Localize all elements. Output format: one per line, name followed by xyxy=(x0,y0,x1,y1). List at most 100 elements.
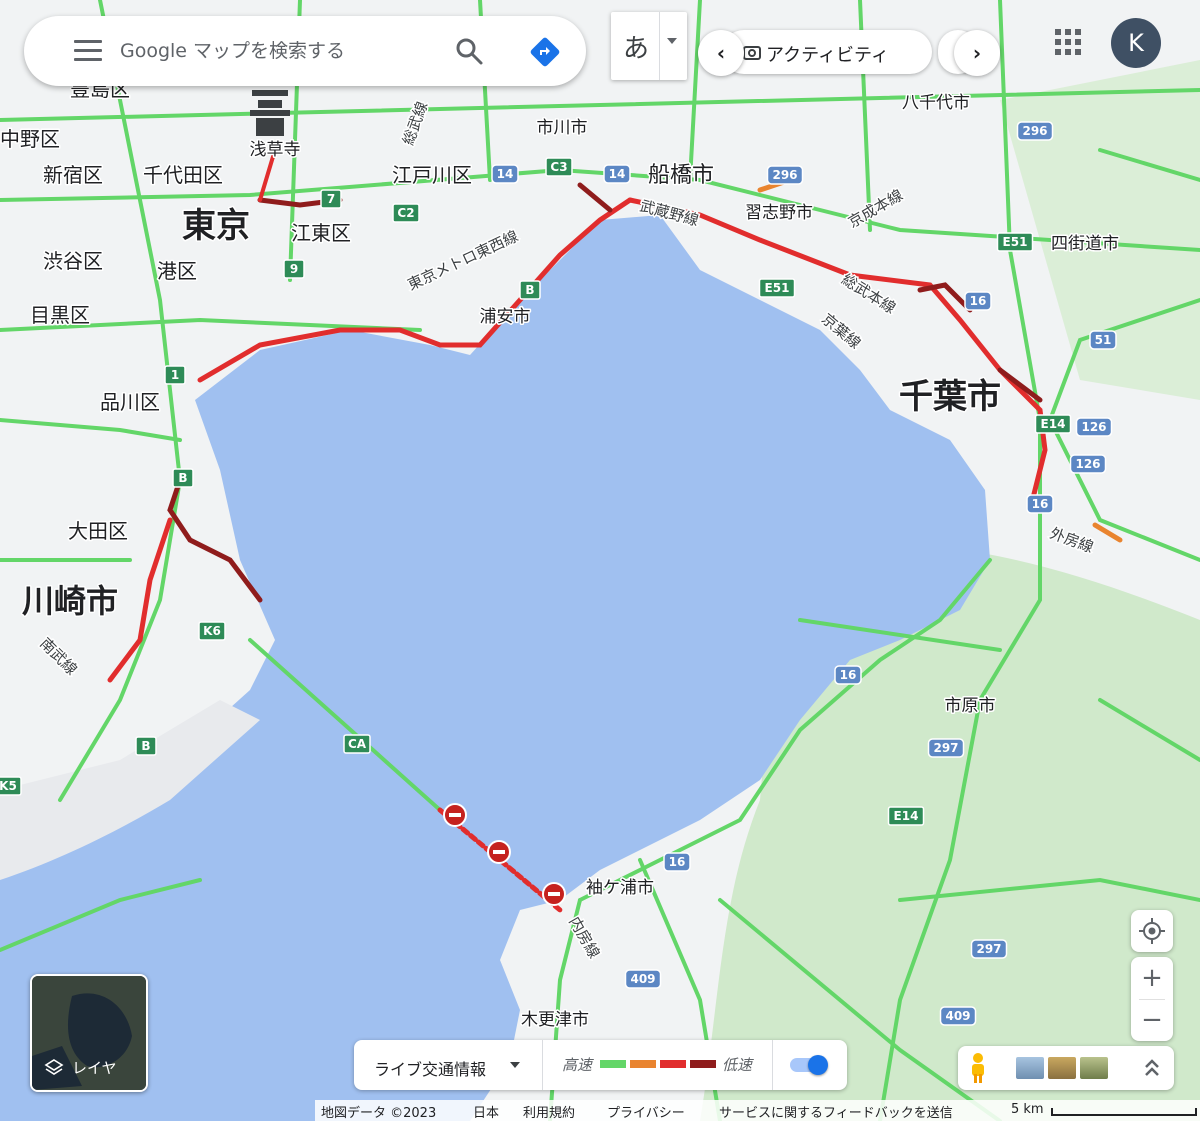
place-label[interactable]: 習志野市 xyxy=(744,202,815,225)
traffic-toggle[interactable] xyxy=(790,1055,830,1075)
map-canvas[interactable]: 14 14 296 296 16 51 126 126 16 16 297 16 409 297 409 7 C… xyxy=(0,0,1200,1121)
route-shield-label: 409 xyxy=(945,1009,970,1023)
chevron-left-icon[interactable]: ‹ xyxy=(698,30,744,76)
route-shield: 16 xyxy=(663,852,691,872)
place-label[interactable]: 木更津市 xyxy=(520,1009,591,1032)
route-shield-label: B xyxy=(178,471,187,485)
crosshair-icon xyxy=(1139,918,1165,944)
route-shield: K5 xyxy=(0,776,22,796)
zoom-out-button[interactable]: − xyxy=(1131,999,1173,1041)
place-label[interactable]: 袖ケ浦市 xyxy=(585,877,656,900)
place-label[interactable]: 品川区 xyxy=(99,389,162,416)
place-label[interactable]: 大田区 xyxy=(67,518,130,545)
place-label[interactable]: 目黒区 xyxy=(29,302,92,329)
place-label[interactable]: 千代田区 xyxy=(142,162,225,189)
legend-fast-label: 高速 xyxy=(562,1056,593,1074)
place-label[interactable]: 市川市 xyxy=(535,117,589,140)
ime-char: あ xyxy=(623,34,650,64)
search-input[interactable]: Google マップを検索する xyxy=(120,36,345,63)
route-shield: 297 xyxy=(927,738,965,758)
route-shield: 9 xyxy=(283,259,305,279)
legend-swatch-slow xyxy=(660,1060,686,1068)
route-shield: B xyxy=(135,736,157,756)
place-label[interactable]: 八千代市 xyxy=(901,92,972,115)
place-label[interactable]: 船橋市 xyxy=(646,162,715,190)
place-label[interactable]: 渋谷区 xyxy=(42,248,105,275)
place-label[interactable]: 四街道市 xyxy=(1050,233,1121,256)
place-label[interactable]: 市原市 xyxy=(943,695,997,718)
chevron-up-icon[interactable] xyxy=(1142,1056,1162,1080)
ime-divider xyxy=(659,12,660,80)
activity-chip[interactable]: アクティビティ xyxy=(722,30,932,74)
divider xyxy=(772,1040,773,1090)
divider xyxy=(542,1040,543,1090)
route-shield: 126 xyxy=(1069,454,1107,474)
street-view-thumbnail[interactable] xyxy=(1016,1057,1044,1079)
category-chips: アクティビティ ‹ › xyxy=(698,30,1000,76)
photo-thumbnail[interactable] xyxy=(1080,1057,1108,1079)
route-shield: 16 xyxy=(834,665,862,685)
place-label[interactable]: 千葉市 xyxy=(898,376,1003,419)
scale-label[interactable]: 5 km xyxy=(1011,1102,1044,1117)
route-shield: 51 xyxy=(1089,330,1117,350)
place-label[interactable]: 江東区 xyxy=(290,220,353,247)
feedback-link[interactable]: サービスに関するフィードバックを送信 xyxy=(719,1102,953,1121)
route-shield: CA xyxy=(343,734,371,754)
route-shield: 16 xyxy=(964,291,992,311)
route-shield-label: 14 xyxy=(497,167,514,181)
traffic-dropdown[interactable]: ライブ交通情報 xyxy=(374,1056,486,1080)
route-shield-label: 16 xyxy=(840,668,857,682)
zoom-control: + − xyxy=(1131,957,1173,1041)
privacy-link[interactable]: プライバシー xyxy=(607,1102,685,1121)
chevron-down-icon[interactable] xyxy=(510,1062,520,1068)
route-shield-label: 296 xyxy=(772,168,797,182)
route-shield: E51 xyxy=(996,232,1034,252)
route-shield: E14 xyxy=(1034,414,1072,434)
route-shield: K6 xyxy=(198,621,226,641)
route-shield: 409 xyxy=(939,1006,977,1026)
route-shield-label: 297 xyxy=(976,942,1001,956)
camera-icon xyxy=(743,46,761,60)
terms-link[interactable]: 利用規約 xyxy=(523,1102,575,1121)
route-shield-label: 16 xyxy=(669,855,686,869)
route-shield-label: 14 xyxy=(609,167,626,181)
route-shield-label: 297 xyxy=(933,741,958,755)
chevron-down-icon[interactable] xyxy=(667,38,677,44)
map-data-attribution[interactable]: 地図データ ©2023 xyxy=(321,1102,436,1121)
directions-icon[interactable] xyxy=(529,36,561,68)
scale-bar[interactable] xyxy=(1051,1108,1197,1116)
place-label[interactable]: 東京 xyxy=(181,205,252,248)
route-shield: B xyxy=(519,280,541,300)
place-label[interactable]: 浦安市 xyxy=(478,306,532,329)
route-shield-label: 9 xyxy=(290,262,298,276)
input-method-selector[interactable]: あ xyxy=(611,12,687,80)
place-label[interactable]: 江戸川区 xyxy=(391,162,474,189)
route-shield: 16 xyxy=(1026,494,1054,514)
menu-icon[interactable] xyxy=(74,40,102,62)
imagery-panel xyxy=(958,1046,1174,1090)
route-shield-label: 1 xyxy=(171,368,179,382)
layers-icon xyxy=(44,1059,64,1075)
my-location-button[interactable] xyxy=(1131,910,1173,952)
route-shield-label: C3 xyxy=(550,160,567,174)
chevron-right-icon[interactable]: › xyxy=(954,30,1000,76)
route-shield-label: E51 xyxy=(1003,235,1028,249)
search-icon[interactable] xyxy=(454,36,484,66)
zoom-in-button[interactable]: + xyxy=(1131,957,1173,999)
terrain-thumbnail[interactable] xyxy=(1048,1057,1076,1079)
place-label[interactable]: 中野区 xyxy=(0,126,62,153)
layers-button[interactable]: レイヤ xyxy=(30,974,148,1092)
route-shield-label: K5 xyxy=(0,779,17,793)
place-label[interactable]: 川崎市 xyxy=(20,581,119,622)
place-label[interactable]: 港区 xyxy=(156,258,199,285)
place-label[interactable]: 浅草寺 xyxy=(248,139,302,162)
route-shield: 126 xyxy=(1075,417,1113,437)
route-shield: C3 xyxy=(545,157,573,177)
place-label[interactable]: 新宿区 xyxy=(42,162,105,189)
avatar[interactable]: K xyxy=(1111,18,1161,68)
pegman-icon[interactable] xyxy=(966,1052,990,1084)
apps-grid-icon[interactable] xyxy=(1055,29,1083,57)
route-shield: 409 xyxy=(624,969,662,989)
search-box[interactable]: Google マップを検索する xyxy=(24,16,586,86)
legend-slow-label: 低速 xyxy=(722,1056,753,1074)
